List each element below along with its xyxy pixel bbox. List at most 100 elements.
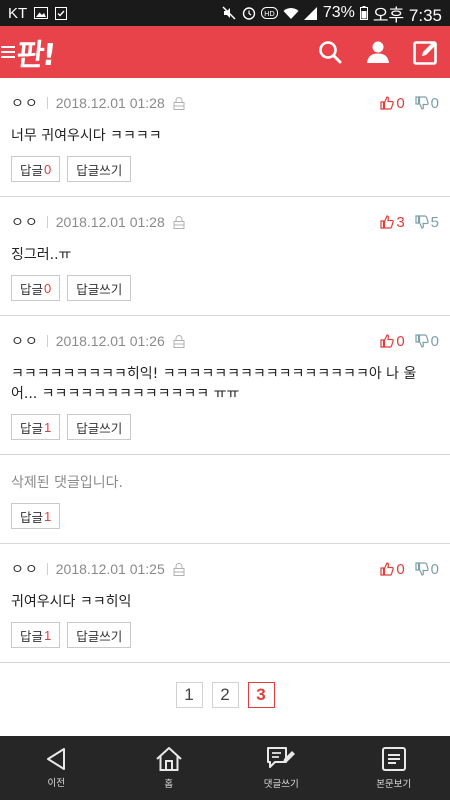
- comment-date: 2018.12.01 01:28: [55, 214, 165, 230]
- nav-view-post-button[interactable]: 본문보기: [338, 736, 450, 800]
- battery-percent: 73%: [322, 4, 355, 21]
- downvote-count: 0: [430, 332, 439, 350]
- write-comment-icon: [267, 747, 296, 768]
- meta-divider: [46, 216, 48, 228]
- report-icon[interactable]: [173, 562, 185, 576]
- comment-meta: ㅇㅇ 2018.12.01 01:26 0 0: [11, 330, 439, 352]
- nav-back-button[interactable]: 이전: [0, 736, 113, 800]
- menu-logo-button[interactable]: 판!: [0, 26, 57, 78]
- write-reply-button[interactable]: 답글쓰기: [67, 156, 132, 182]
- comment-item: ㅇㅇ 2018.12.01 01:26 0 0 ㅋㅋㅋㅋㅋㅋㅋㅋㅋ히익! ㅋㅋㅋ…: [0, 316, 450, 455]
- reply-count: 1: [44, 627, 52, 643]
- comment-item: ㅇㅇ 2018.12.01 01:28 0 0 너무 귀여우시다 ㅋㅋㅋㅋ 답글…: [0, 78, 450, 197]
- upvote-count: 0: [396, 560, 405, 578]
- comment-date: 2018.12.01 01:28: [55, 95, 165, 111]
- thumbs-up-icon: [380, 562, 395, 576]
- nav-write-comment-button[interactable]: 댓글쓰기: [225, 736, 338, 800]
- deleted-comment-item: 삭제된 댓글입니다. 답글 1: [0, 455, 450, 544]
- search-icon: [319, 41, 342, 64]
- report-icon[interactable]: [173, 96, 185, 110]
- thumbs-up-icon: [380, 96, 395, 110]
- nav-home-button[interactable]: 홈: [113, 736, 226, 800]
- upvote-button[interactable]: 0: [380, 333, 405, 350]
- vote-group: 3 5: [380, 214, 439, 231]
- comment-text: 귀여우시다 ㅋㅋ히익: [11, 594, 132, 610]
- reply-count-button[interactable]: 답글 0: [11, 275, 61, 301]
- upvote-count: 0: [396, 94, 405, 112]
- reply-label: 답글: [20, 509, 44, 525]
- thumbs-down-icon: [415, 562, 429, 576]
- status-right: HD 73% 오후 7:35: [222, 1, 442, 26]
- compose-button[interactable]: [412, 38, 440, 66]
- write-reply-button[interactable]: 답글쓰기: [67, 275, 132, 301]
- compose-icon: [413, 41, 437, 65]
- comment-text: 너무 귀여우시다 ㅋㅋㅋㅋ: [11, 128, 162, 144]
- bottom-nav: 이전 홈 댓글쓰기 본문보기: [0, 736, 450, 800]
- meta-divider: [46, 563, 48, 575]
- clock-time: 오후 7:35: [372, 5, 442, 25]
- gallery-icon: [34, 7, 49, 19]
- profile-button[interactable]: [364, 38, 392, 66]
- downvote-button[interactable]: 5: [415, 214, 439, 231]
- report-icon[interactable]: [173, 215, 185, 229]
- reply-count-button[interactable]: 답글 1: [11, 414, 61, 440]
- page-1-button[interactable]: 1: [175, 682, 203, 708]
- user-icon: [367, 41, 389, 63]
- report-icon[interactable]: [173, 334, 185, 348]
- comment-item: ㅇㅇ 2018.12.01 01:25 0 0 귀여우시다 ㅋㅋ히익 답글 1 …: [0, 544, 450, 663]
- write-reply-button[interactable]: 답글쓰기: [67, 622, 132, 648]
- app-header: 판!: [0, 26, 450, 78]
- downvote-count: 0: [430, 94, 439, 112]
- downvote-button[interactable]: 0: [415, 333, 439, 350]
- nav-write-comment-label: 댓글쓰기: [263, 779, 299, 790]
- reply-count-button[interactable]: 답글 1: [11, 503, 61, 529]
- battery-icon: [359, 6, 368, 20]
- reply-count: 1: [44, 419, 52, 435]
- comment-actions: 답글 1 답글쓰기: [11, 622, 439, 648]
- comment-author: ㅇㅇ: [11, 562, 39, 578]
- downvote-count: 5: [430, 213, 439, 231]
- comment-item: ㅇㅇ 2018.12.01 01:28 3 5 징그러..ㅠ 답글 0 답글쓰기: [0, 197, 450, 316]
- wifi-icon: [283, 7, 299, 20]
- upvote-button[interactable]: 0: [380, 94, 405, 112]
- header-actions: [316, 38, 442, 66]
- thumbs-up-icon: [380, 334, 395, 348]
- comment-actions: 답글 0 답글쓰기: [11, 275, 439, 301]
- comment-date: 2018.12.01 01:26: [55, 333, 165, 349]
- reply-label: 답글: [20, 281, 44, 297]
- downvote-button[interactable]: 0: [415, 561, 439, 578]
- back-arrow-icon: [47, 748, 66, 770]
- comment-author: ㅇㅇ: [11, 215, 39, 231]
- clipboard-check-icon: [55, 6, 68, 20]
- upvote-button[interactable]: 0: [380, 560, 405, 578]
- reply-label: 답글: [20, 420, 44, 436]
- comment-actions: 답글 0 답글쓰기: [11, 156, 439, 182]
- comment-meta: ㅇㅇ 2018.12.01 01:28 0 0: [11, 92, 439, 114]
- downvote-button[interactable]: 0: [415, 95, 439, 112]
- thumbs-up-icon: [380, 215, 395, 229]
- alarm-icon: [242, 6, 256, 20]
- page-3-button[interactable]: 3: [247, 682, 275, 708]
- write-reply-button[interactable]: 답글쓰기: [67, 414, 132, 440]
- document-icon: [381, 747, 406, 771]
- app-logo[interactable]: 판!: [15, 30, 57, 74]
- nav-home-label: 홈: [164, 779, 174, 790]
- comment-text: ㅋㅋㅋㅋㅋㅋㅋㅋㅋ히익! ㅋㅋㅋㅋㅋㅋㅋㅋㅋㅋㅋㅋㅋㅋㅋㅋ아 나 울어... ㅋ…: [11, 366, 417, 402]
- status-left: KT: [8, 5, 68, 22]
- reply-count-button[interactable]: 답글 0: [11, 156, 61, 182]
- page-2-button[interactable]: 2: [211, 682, 239, 708]
- vote-group: 0 0: [380, 561, 439, 578]
- reply-count-button[interactable]: 답글 1: [11, 622, 61, 648]
- pagination: 1 2 3: [0, 682, 450, 708]
- menu-icon[interactable]: [1, 46, 15, 58]
- vote-group: 0 0: [380, 333, 439, 350]
- nav-back-label: 이전: [47, 778, 65, 789]
- comment-list: ㅇㅇ 2018.12.01 01:28 0 0 너무 귀여우시다 ㅋㅋㅋㅋ 답글…: [0, 78, 450, 663]
- comment-meta: ㅇㅇ 2018.12.01 01:25 0 0: [11, 558, 439, 580]
- screen: KT HD 73% 오후 7:35 판! ㅇㅇ 2018.12.01 01:28…: [0, 0, 450, 800]
- upvote-button[interactable]: 3: [380, 214, 405, 231]
- search-button[interactable]: [316, 38, 344, 66]
- reply-label: 답글: [20, 628, 44, 644]
- downvote-count: 0: [430, 560, 439, 578]
- comment-date: 2018.12.01 01:25: [55, 561, 165, 577]
